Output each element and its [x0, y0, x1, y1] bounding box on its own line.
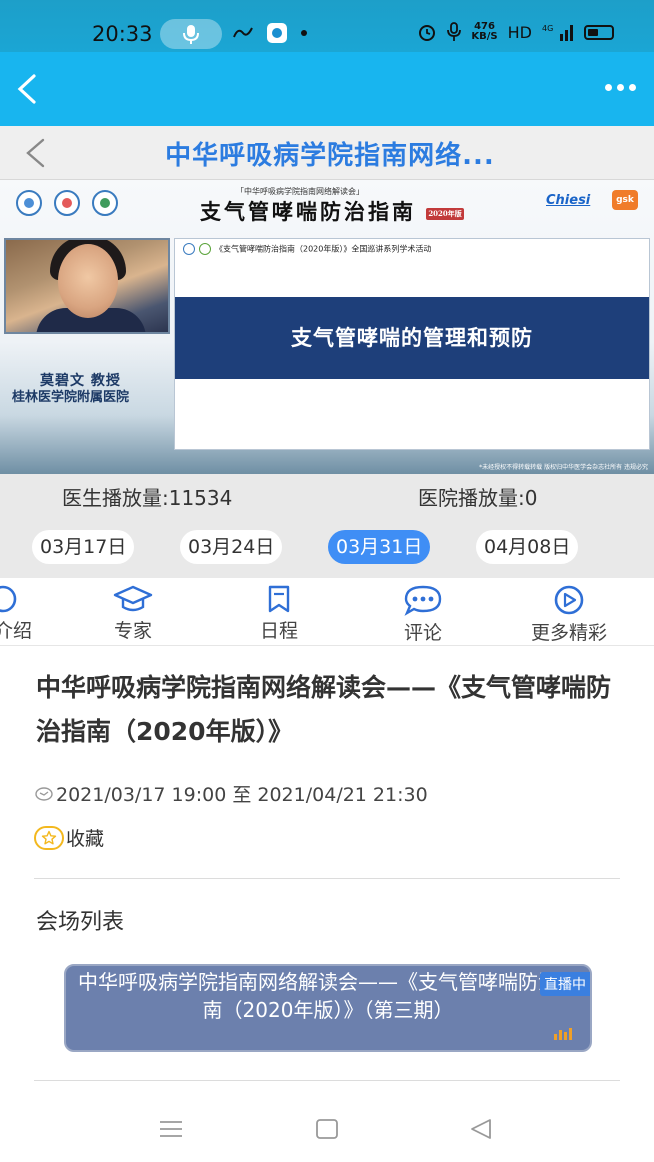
tab-schedule[interactable]: 日程: [244, 584, 314, 644]
tab-more-label: 更多精彩: [530, 622, 607, 644]
date-chip-0331[interactable]: 03月31日: [328, 530, 431, 564]
status-right: 476 KB/S HD 4G: [417, 22, 614, 42]
tab-experts[interactable]: 专家: [98, 584, 168, 644]
info-icon: [0, 585, 17, 613]
status-left-icons: [232, 22, 308, 44]
doctor-play-count: 医生播放量:11534: [62, 486, 233, 510]
date-chip-0408[interactable]: 04月08日: [476, 530, 579, 564]
banner-edition-badge: 2020年版: [426, 207, 464, 220]
event-title: 中华呼吸病学院指南网络解读会——《支气管哮喘防治指南（2020年版）》: [36, 673, 612, 746]
slide-header: 《支气管哮喘防治指南（2020年版）》全国巡讲系列学术活动: [183, 243, 431, 255]
speaker-organization: 桂林医学院附属医院: [12, 390, 130, 405]
tab-bar: 介绍 专家 日程 评论 更多精彩: [0, 578, 654, 646]
back-arrow-icon[interactable]: [14, 72, 40, 106]
star-icon: [34, 825, 64, 850]
status-time: 20:33: [92, 22, 153, 46]
event-time-text: 2021/03/17 19:00 至 2021/04/21 21:30: [56, 784, 428, 806]
mic-indicator: [160, 19, 222, 49]
date-chip-0317[interactable]: 03月17日: [32, 530, 135, 564]
tab-more[interactable]: 更多精彩: [520, 584, 618, 644]
camera-notification-icon: [267, 23, 287, 43]
presentation-slide: 《支气管哮喘防治指南（2020年版）》全国巡讲系列学术活动 支气管哮喘的管理和预…: [174, 238, 650, 450]
network-type: 4G: [542, 24, 553, 33]
network-speed-unit: KB/S: [471, 31, 498, 42]
home-square-icon[interactable]: [314, 1118, 340, 1140]
tab-intro-label: 介绍: [0, 620, 32, 642]
notification-dot-icon: [301, 30, 307, 36]
copyright-note: *未经授权不得转载转载 版权归中华医学会杂志社所有 违规必究: [479, 464, 648, 471]
live-badge: 直播中: [540, 972, 590, 996]
session-date-selector: 03月17日 03月24日 03月31日 04月08日: [0, 530, 654, 566]
alarm-icon: [419, 25, 436, 41]
graduation-cap-icon: [113, 585, 153, 612]
network-speed: 476 KB/S: [471, 22, 497, 42]
tab-experts-label: 专家: [113, 620, 152, 642]
signal-icon: 4G: [542, 24, 573, 41]
organizer-logos: [16, 190, 118, 216]
chat-bubble-icon: [404, 585, 442, 616]
app-header: [0, 52, 654, 126]
bookmark-icon: [268, 585, 290, 613]
slide-header-text: 《支气管哮喘防治指南（2020年版）》全国巡讲系列学术活动: [215, 244, 432, 254]
back-triangle-icon[interactable]: [468, 1118, 494, 1140]
battery-icon: [584, 24, 614, 40]
more-options-icon[interactable]: [605, 84, 636, 91]
play-circle-icon: [554, 585, 584, 615]
microphone-icon: [183, 25, 199, 44]
favorite-button[interactable]: 收藏: [34, 824, 104, 851]
banner-title-text: 支气管哮喘防治指南: [200, 199, 416, 224]
sponsor-logo-chiesi: Chiesi: [546, 193, 591, 208]
organizer-logo-icon: [16, 190, 42, 216]
venue-title: 中华呼吸病学院指南网络解读会——《支气管哮喘防治指南（2020年版）》（第三期）: [78, 970, 578, 1022]
hd-indicator: HD: [507, 22, 532, 42]
page-title: 中华呼吸病学院指南网络...: [165, 141, 495, 171]
system-nav-bar: [0, 1100, 654, 1162]
tab-comments-label: 评论: [403, 622, 442, 644]
app-notification-icon: [233, 27, 253, 38]
hospital-play-count: 医院播放量:0: [418, 486, 538, 510]
divider: [34, 1080, 620, 1081]
organizer-logo-icon: [92, 190, 118, 216]
slide-logo-icon: [183, 243, 195, 255]
live-bars-icon: [554, 1028, 572, 1040]
play-stats: 医生播放量:11534 医院播放量:0 03月17日 03月24日 03月31日…: [0, 474, 654, 578]
date-chip-0324[interactable]: 03月24日: [180, 530, 283, 564]
favorite-label: 收藏: [66, 828, 105, 850]
tab-schedule-label: 日程: [259, 620, 298, 642]
tab-comments[interactable]: 评论: [388, 584, 458, 644]
slide-logo-icon: [199, 243, 211, 255]
venue-list-heading: 会场列表: [36, 910, 125, 935]
event-time: 2021/03/17 19:00 至 2021/04/21 21:30: [34, 780, 428, 807]
divider: [34, 878, 620, 879]
sponsor-logo-gsk: gsk: [612, 190, 638, 210]
speaker-video: [4, 238, 170, 334]
menu-icon[interactable]: [158, 1118, 184, 1140]
tab-intro[interactable]: 介绍: [0, 584, 38, 644]
venue-card[interactable]: 中华呼吸病学院指南网络解读会——《支气管哮喘防治指南（2020年版）》（第三期）…: [64, 964, 592, 1052]
organizer-logo-icon: [54, 190, 80, 216]
video-player[interactable]: 「中华呼吸病学院指南网络解读会」 支气管哮喘防治指南 2020年版 Chiesi…: [0, 180, 654, 474]
page-title-bar: 中华呼吸病学院指南网络...: [0, 126, 654, 180]
slide-title: 支气管哮喘的管理和预防: [175, 297, 649, 379]
mic-status-icon: [447, 22, 462, 41]
banner-title: 支气管哮喘防治指南 2020年版: [200, 196, 464, 226]
intro-content: 中华呼吸病学院指南网络解读会——《支气管哮喘防治指南（2020年版）》 2021…: [0, 646, 654, 1086]
clock-icon: [35, 786, 53, 801]
page-back-icon[interactable]: [22, 136, 48, 170]
